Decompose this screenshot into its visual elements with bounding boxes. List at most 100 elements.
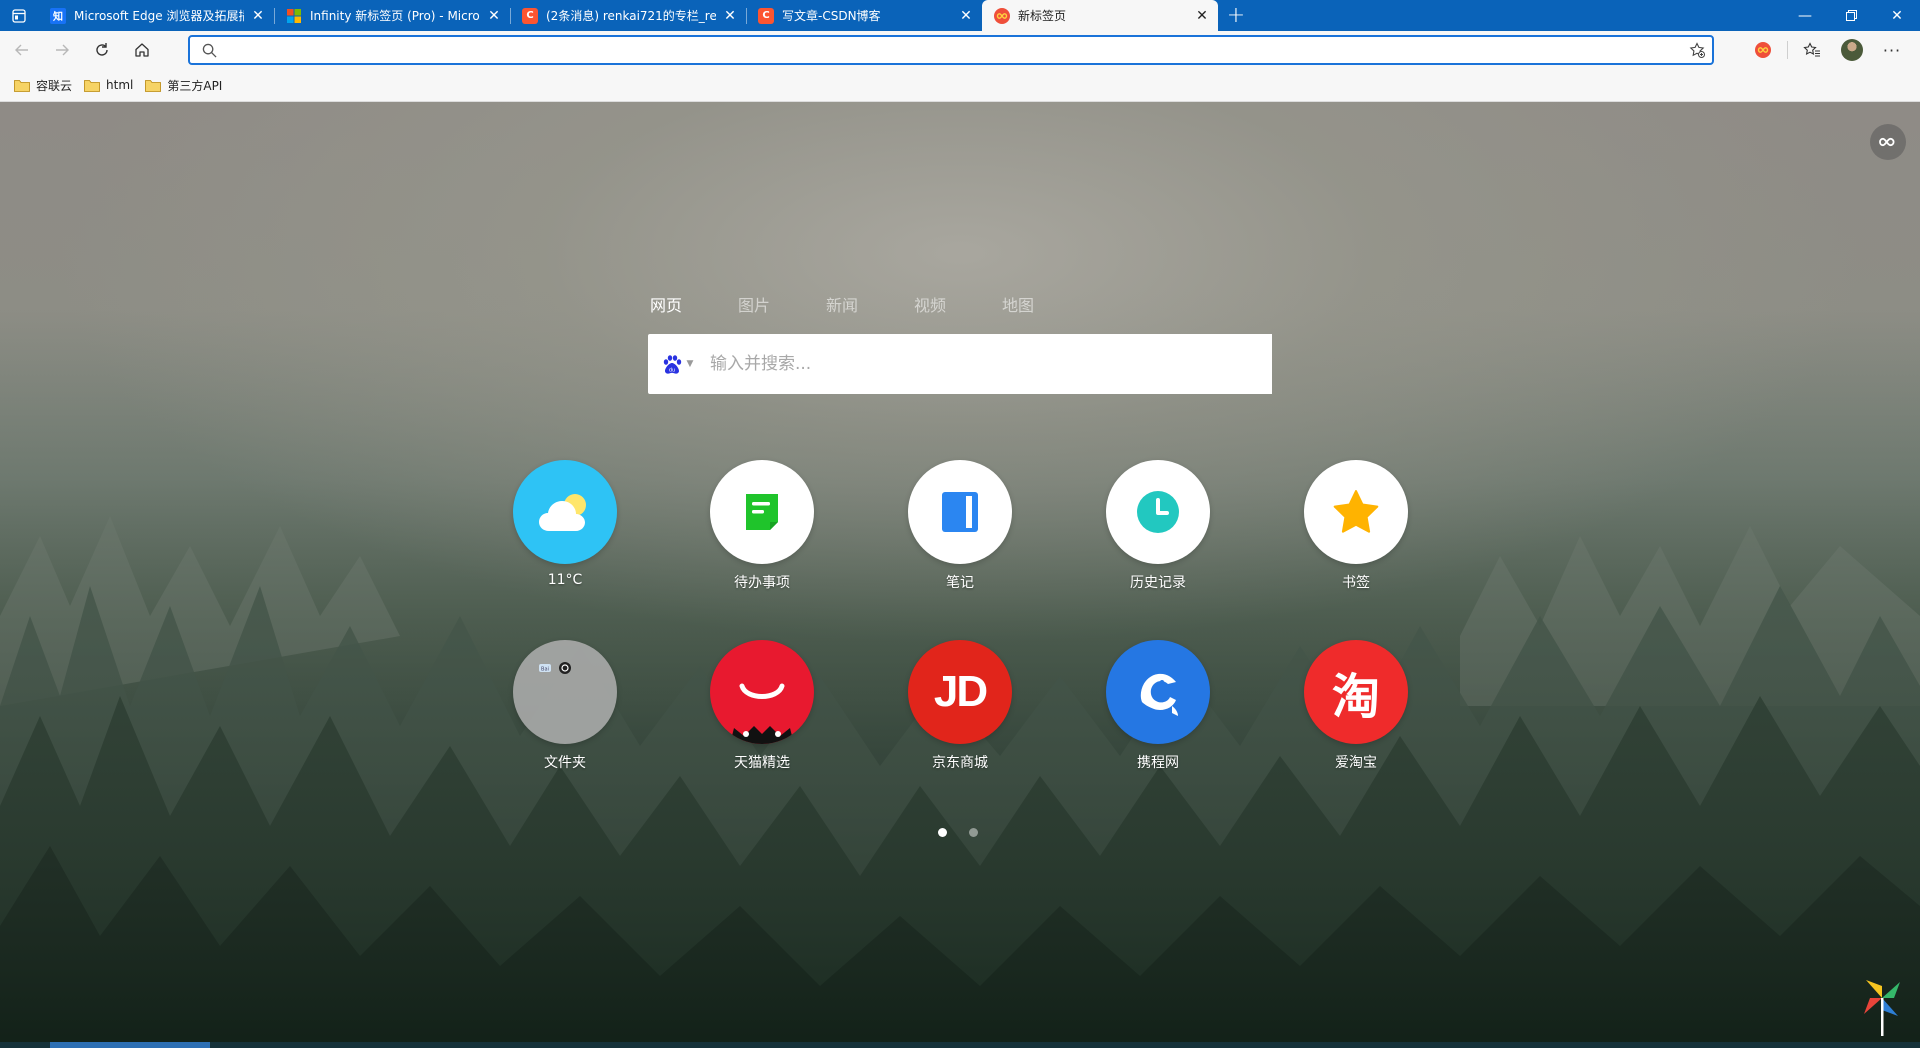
address-bar[interactable] <box>188 35 1714 65</box>
bookmark-label: 容联云 <box>36 78 73 93</box>
window-close-button[interactable]: ✕ <box>1874 0 1920 31</box>
ctrip-icon <box>1140 673 1178 716</box>
baidu-icon: du <box>663 355 681 374</box>
tile-icon-circle: 淘 <box>1304 640 1408 744</box>
pinwheel-icon[interactable] <box>1860 976 1904 1036</box>
search-category-tabs: 网页 图片 新闻 视频 地图 <box>650 292 1090 316</box>
page-dot-1[interactable] <box>938 828 947 837</box>
add-favorite-icon[interactable] <box>1682 42 1712 58</box>
back-button[interactable] <box>4 34 40 66</box>
search-tab-web[interactable]: 网页 <box>650 292 738 316</box>
infinity-extension-button[interactable] <box>1743 34 1783 66</box>
restore-button[interactable] <box>1828 0 1874 31</box>
tile-todo[interactable]: 待办事项 <box>682 460 842 592</box>
search-engine-selector[interactable]: du ▼ <box>648 353 706 375</box>
tile-bookmarks[interactable]: 书签 <box>1276 460 1436 592</box>
tab-infinity[interactable]: Infinity 新标签页 (Pro) - Microsoft ✕ <box>274 0 510 31</box>
tab-actions-icon <box>12 8 26 23</box>
folder-icon <box>84 79 100 92</box>
toolbar-right: ··· <box>1743 31 1920 69</box>
newtab-search-input[interactable] <box>706 334 1272 394</box>
page-dot-2[interactable] <box>969 828 978 837</box>
settings-more-button[interactable]: ··· <box>1872 34 1912 66</box>
tab-new-tab[interactable]: 新标签页 ✕ <box>982 0 1218 31</box>
tile-weather[interactable]: 11°C <box>485 460 645 588</box>
microsoft-icon <box>286 8 302 24</box>
zhihu-icon: 知 <box>50 7 66 24</box>
bookmark-label: 第三方API <box>167 78 223 93</box>
taobao-icon: 淘 <box>1331 669 1380 725</box>
tab-edge-extensions[interactable]: 知 Microsoft Edge 浏览器及拓展插件 ✕ <box>38 0 274 31</box>
tile-ctrip[interactable]: 携程网 <box>1078 640 1238 772</box>
home-button[interactable] <box>124 34 160 66</box>
infinity-settings-button[interactable] <box>1870 124 1906 160</box>
taskbar-active-item[interactable] <box>50 1042 210 1048</box>
tile-label: 待办事项 <box>734 575 790 591</box>
refresh-button[interactable] <box>84 34 120 66</box>
close-icon[interactable]: ✕ <box>250 8 266 24</box>
close-icon[interactable]: ✕ <box>958 8 974 24</box>
search-tab-images[interactable]: 图片 <box>738 292 826 316</box>
svg-text:du: du <box>668 368 674 374</box>
bookmark-folder-ronglianyun[interactable]: 容联云 <box>12 73 78 97</box>
search-tab-news[interactable]: 新闻 <box>826 292 914 316</box>
csdn-icon: C <box>522 7 538 24</box>
tile-notes[interactable]: 笔记 <box>880 460 1040 592</box>
search-tab-video[interactable]: 视频 <box>914 292 1002 316</box>
tile-icon-circle <box>513 460 617 564</box>
todo-icon <box>746 494 778 530</box>
refresh-icon <box>96 43 108 56</box>
favorites-button[interactable] <box>1792 34 1832 66</box>
bookmark-folder-third-party-api[interactable]: 第三方API <box>143 73 228 97</box>
infinity-icon <box>1879 137 1895 147</box>
tile-label: 11°C <box>547 572 583 588</box>
browser-toolbar: ··· <box>0 31 1920 69</box>
tab-csdn-write[interactable]: C 写文章-CSDN博客 ✕ <box>746 0 982 31</box>
tab-title: 新标签页 <box>1018 9 1067 23</box>
new-tab-button[interactable]: + <box>1218 0 1254 31</box>
profile-button[interactable] <box>1832 34 1872 66</box>
tile-icon-circle <box>908 460 1012 564</box>
tmall-icon <box>730 683 794 744</box>
close-icon[interactable]: ✕ <box>1194 8 1210 24</box>
folder-icon <box>145 79 162 92</box>
tile-icon-circle <box>1304 460 1408 564</box>
tile-label: 天猫精选 <box>734 755 790 771</box>
infinity-icon <box>1755 42 1771 58</box>
bookmark-folder-html[interactable]: html <box>82 73 139 97</box>
tile-label: 文件夹 <box>544 755 586 771</box>
tab-title: (2条消息) renkai721的专栏_renkai <box>546 9 716 23</box>
csdn-icon: C <box>758 7 774 24</box>
minimize-button[interactable]: — <box>1782 0 1828 31</box>
jd-icon: JD <box>933 667 988 716</box>
chevron-down-icon: ▼ <box>686 359 694 369</box>
tile-history[interactable]: 历史记录 <box>1078 460 1238 592</box>
minimize-icon: — <box>1798 7 1812 24</box>
close-icon[interactable]: ✕ <box>486 8 502 24</box>
tile-tmall[interactable]: 天猫精选 <box>682 640 842 772</box>
window-controls: — ✕ <box>1782 0 1920 31</box>
tab-csdn-column[interactable]: C (2条消息) renkai721的专栏_renkai ✕ <box>510 0 746 31</box>
folder-tile-icon: Bai <box>539 662 571 674</box>
tile-label: 京东商城 <box>932 755 988 771</box>
favorites-icon <box>1803 42 1820 57</box>
infinity-icon <box>994 7 1010 24</box>
newtab-search-box: du ▼ <box>648 334 1272 394</box>
bookmarks-bar: 容联云 html 第三方API <box>0 69 1920 102</box>
tile-jd[interactable]: JD 京东商城 <box>880 640 1040 772</box>
address-input[interactable] <box>224 37 1682 63</box>
forward-button[interactable] <box>44 34 80 66</box>
search-tab-maps[interactable]: 地图 <box>1002 292 1090 316</box>
close-icon[interactable]: ✕ <box>722 8 738 24</box>
tile-taobao[interactable]: 淘 爱淘宝 <box>1276 640 1436 772</box>
tile-label: 书签 <box>1342 575 1370 591</box>
search-icon <box>194 43 224 58</box>
svg-text:Bai: Bai <box>541 667 549 673</box>
plus-icon: + <box>1226 3 1246 28</box>
page-indicator <box>938 828 978 837</box>
avatar <box>1841 39 1863 61</box>
tab-title: 写文章-CSDN博客 <box>782 9 881 23</box>
tile-label: 携程网 <box>1137 755 1179 771</box>
tile-folder[interactable]: Bai 文件夹 <box>485 640 645 772</box>
tab-actions-button[interactable] <box>0 0 38 31</box>
